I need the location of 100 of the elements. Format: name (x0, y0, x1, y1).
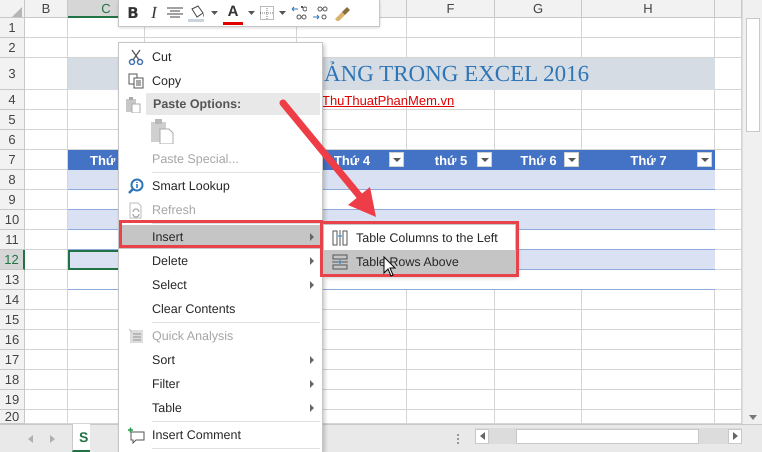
cell[interactable] (407, 350, 495, 370)
cell[interactable] (25, 290, 68, 310)
clipboard-icon (124, 96, 140, 112)
filter-dropdown-button[interactable] (389, 152, 404, 167)
cell[interactable] (495, 110, 582, 130)
menu-item[interactable]: Table Columns to the Left (324, 226, 515, 250)
cell[interactable] (25, 18, 68, 38)
row-header[interactable]: 4 (0, 90, 25, 110)
menu-item[interactable]: Insert Comment (119, 423, 322, 447)
cell[interactable] (582, 370, 715, 390)
refresh-icon (128, 202, 144, 218)
row-header[interactable]: 11 (0, 230, 25, 250)
scroll-right-icon[interactable] (50, 434, 55, 442)
cell[interactable] (495, 330, 582, 350)
cell[interactable] (495, 370, 582, 390)
menu-section-header: Paste Options: (146, 93, 320, 115)
cell[interactable] (407, 310, 495, 330)
caret-icon[interactable] (279, 11, 286, 15)
scissors-icon (128, 49, 144, 65)
font-color-button[interactable]: A (223, 2, 243, 24)
cell[interactable] (407, 330, 495, 350)
menu-item[interactable]: Copy (119, 69, 322, 93)
row-header[interactable]: 14 (0, 290, 25, 310)
menu-item[interactable]: Sort (119, 348, 322, 372)
row-header[interactable]: 5 (0, 110, 25, 130)
row-header[interactable]: 1 (0, 18, 25, 38)
scroll-left-icon[interactable] (28, 434, 33, 442)
row-header[interactable]: 19 (0, 390, 25, 410)
filter-dropdown-button[interactable] (564, 152, 579, 167)
insert-column-icon (332, 230, 348, 246)
cell[interactable] (582, 350, 715, 370)
row-header[interactable]: 17 (0, 350, 25, 370)
column-header[interactable]: B (25, 0, 68, 18)
row-header[interactable]: 20 (0, 410, 25, 424)
row-header[interactable]: 16 (0, 330, 25, 350)
insert-row-icon (332, 254, 348, 270)
cell[interactable] (582, 110, 715, 130)
caret-icon[interactable] (211, 11, 218, 15)
cell[interactable] (25, 350, 68, 370)
cell[interactable] (25, 390, 68, 410)
cell[interactable] (582, 330, 715, 350)
align-center-icon[interactable] (167, 7, 183, 19)
menu-item[interactable]: Clear Contents (119, 297, 322, 321)
column-header[interactable]: H (582, 0, 715, 18)
row-header[interactable]: 7 (0, 150, 25, 170)
cell[interactable] (495, 350, 582, 370)
column-header[interactable]: G (495, 0, 582, 18)
cell[interactable] (25, 130, 68, 150)
cell[interactable] (582, 18, 715, 38)
cell[interactable] (407, 370, 495, 390)
table-header-label: Thứ 4 (334, 152, 370, 168)
copy-icon (128, 73, 144, 89)
menu-item[interactable]: Filter (119, 372, 322, 396)
row-header[interactable]: 8 (0, 170, 25, 190)
row-header[interactable]: 12 (0, 250, 25, 270)
cell[interactable] (407, 110, 495, 130)
cell[interactable] (25, 250, 68, 270)
scrollbar-thumb[interactable] (746, 18, 760, 132)
cell[interactable] (407, 18, 495, 38)
row-header[interactable]: 6 (0, 130, 25, 150)
increase-decimal-icon[interactable] (291, 5, 307, 21)
menu-item[interactable]: Delete (119, 249, 322, 273)
menu-item[interactable]: Select (119, 273, 322, 297)
cell[interactable] (25, 310, 68, 330)
table-header-label: Thứ (90, 152, 116, 168)
menu-item[interactable]: Smart Lookup (119, 174, 322, 198)
row-header[interactable]: 2 (0, 38, 25, 58)
row-header[interactable]: 18 (0, 370, 25, 390)
horizontal-scrollbar[interactable] (475, 428, 742, 444)
cell[interactable] (25, 90, 68, 110)
cell[interactable] (407, 390, 495, 410)
hyperlink[interactable]: ThuThuatPhanMem.vn (322, 92, 454, 108)
borders-icon[interactable] (260, 6, 274, 20)
paintbrush-icon[interactable] (333, 5, 351, 21)
decrease-decimal-icon[interactable] (312, 5, 328, 21)
cell[interactable] (495, 390, 582, 410)
table-header-label: Thứ 6 (520, 152, 557, 168)
sheet-tab[interactable]: S (72, 424, 90, 452)
cell[interactable] (495, 18, 582, 38)
row-header[interactable]: 3 (0, 58, 25, 90)
cell[interactable] (582, 310, 715, 330)
column-header[interactable] (715, 0, 742, 18)
fill-bucket-icon[interactable] (188, 4, 206, 22)
caret-icon[interactable] (248, 11, 255, 15)
cell[interactable] (495, 310, 582, 330)
filter-dropdown-button[interactable] (697, 152, 712, 167)
paste-icon[interactable] (150, 118, 174, 144)
italic-button[interactable]: I (146, 3, 162, 23)
cell[interactable] (25, 330, 68, 350)
cell[interactable] (25, 110, 68, 130)
menu-item[interactable]: Table (119, 396, 322, 420)
cell[interactable] (25, 38, 68, 58)
row-header[interactable]: 15 (0, 310, 25, 330)
row-header[interactable]: 9 (0, 190, 25, 210)
row-header[interactable]: 10 (0, 210, 25, 230)
filter-dropdown-button[interactable] (477, 152, 492, 167)
column-header[interactable]: F (407, 0, 495, 18)
cell[interactable] (582, 390, 715, 410)
row-header[interactable]: 13 (0, 270, 25, 290)
cell[interactable] (25, 370, 68, 390)
